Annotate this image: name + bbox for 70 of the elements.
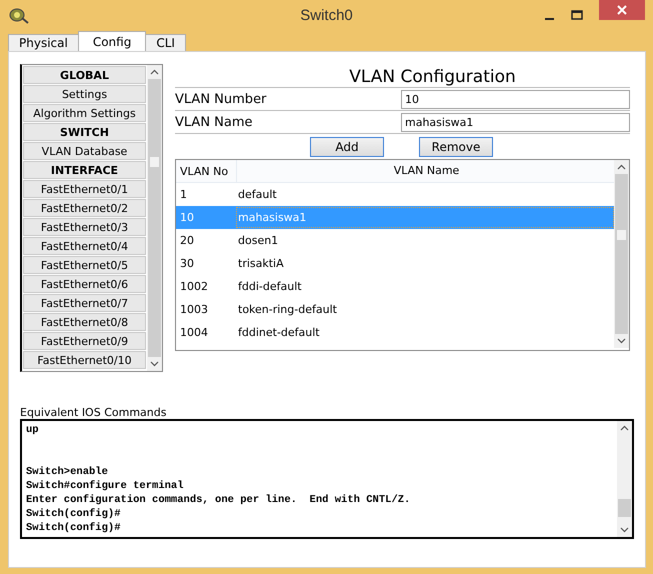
table-cell-text: 1 (179, 188, 188, 201)
table-row[interactable]: 1002 fddi-default (176, 275, 614, 298)
sidebar-item[interactable]: SWITCH (23, 123, 146, 141)
table-cell-text: dosen1 (237, 234, 280, 247)
scroll-down-icon[interactable] (620, 527, 629, 533)
console-line: Switch(config)# (26, 521, 122, 535)
input-field[interactable]: mahasiswa1 (401, 112, 630, 132)
table-cell-text: 1002 (179, 280, 209, 293)
section-title: VLAN Configuration (175, 64, 630, 88)
table-cell-text: 1004 (179, 326, 209, 339)
sidebar-item[interactable]: GLOBAL (23, 66, 146, 84)
sidebar-item[interactable]: FastEthernet0/4 (23, 237, 146, 255)
scrollbar-thumb[interactable] (150, 157, 159, 167)
table-cell-text: 20 (179, 234, 195, 247)
console-line: Switch(config)# (26, 507, 122, 521)
field-label: VLAN Name (175, 114, 254, 130)
table-cell-text: trisaktiA (237, 257, 285, 270)
scrollbar[interactable] (147, 65, 162, 371)
scroll-up-icon[interactable] (617, 164, 626, 170)
table-cell-text: fddinet-default (237, 326, 321, 339)
tab[interactable]: Physical (8, 34, 79, 51)
action-button[interactable]: Remove (419, 137, 493, 157)
scroll-down-icon[interactable] (150, 361, 159, 367)
close-icon (617, 5, 627, 15)
scroll-up-icon[interactable] (620, 425, 629, 431)
field-label: VLAN Number (175, 92, 268, 106)
table-cell-text: token-ring-default (237, 303, 338, 316)
console-label: Equivalent IOS Commands (20, 406, 168, 419)
console-line: Enter configuration commands, one per line. End with CNTL/Z. (26, 493, 412, 507)
close-button[interactable] (599, 0, 645, 20)
sidebar-item[interactable]: Settings (23, 85, 146, 103)
window-title: Switch0 (300, 6, 353, 24)
table-row[interactable]: 1004 fddinet-default (176, 321, 614, 344)
scrollbar[interactable] (614, 160, 629, 348)
table-row[interactable]: 30 trisaktiA (176, 252, 614, 275)
sidebar-item[interactable]: FastEthernet0/2 (23, 199, 146, 217)
sidebar-item[interactable]: Algorithm Settings (23, 104, 146, 122)
scrollbar-thumb[interactable] (617, 230, 626, 240)
scroll-up-icon[interactable] (150, 69, 159, 75)
console-line: Switch>enable (26, 465, 109, 479)
sidebar-item[interactable]: FastEthernet0/3 (23, 218, 146, 236)
sidebar-item[interactable]: FastEthernet0/6 (23, 275, 146, 293)
table-cell: mahasiswa1 (236, 207, 614, 228)
sidebar-item[interactable]: VLAN Database (23, 142, 146, 160)
sidebar-item[interactable]: INTERFACE (23, 161, 146, 179)
console-line: up (26, 423, 40, 437)
scroll-down-icon[interactable] (617, 338, 626, 344)
action-button[interactable]: Add (310, 137, 384, 157)
scrollbar[interactable] (617, 421, 632, 537)
table-cell-text: 30 (179, 257, 195, 270)
table-cell-text: default (237, 188, 278, 201)
console-line: Switch#configure terminal (26, 479, 185, 493)
maximize-icon[interactable] (571, 10, 583, 20)
tab[interactable]: CLI (145, 34, 186, 51)
input-field[interactable]: 10 (401, 90, 630, 108)
sidebar-item[interactable]: FastEthernet0/5 (23, 256, 146, 274)
tab[interactable]: Config (78, 31, 146, 51)
table-cell-text: 10 (179, 211, 195, 224)
sidebar-item[interactable]: FastEthernet0/1 (23, 180, 146, 198)
column-header: VLAN No (179, 164, 230, 178)
table-row[interactable]: 1003 token-ring-default (176, 298, 614, 321)
table-row[interactable]: 1 default (176, 183, 614, 206)
table-row[interactable]: 20 dosen1 (176, 229, 614, 252)
table-cell-text: 1003 (179, 303, 209, 316)
sidebar-item[interactable]: FastEthernet0/9 (23, 332, 146, 350)
sidebar-item[interactable]: FastEthernet0/10 (23, 351, 146, 369)
table-cell-text: fddi-default (237, 280, 303, 293)
sidebar-item[interactable]: FastEthernet0/8 (23, 313, 146, 331)
sidebar-item[interactable]: FastEthernet0/7 (23, 294, 146, 312)
scrollbar-thumb[interactable] (618, 499, 631, 517)
